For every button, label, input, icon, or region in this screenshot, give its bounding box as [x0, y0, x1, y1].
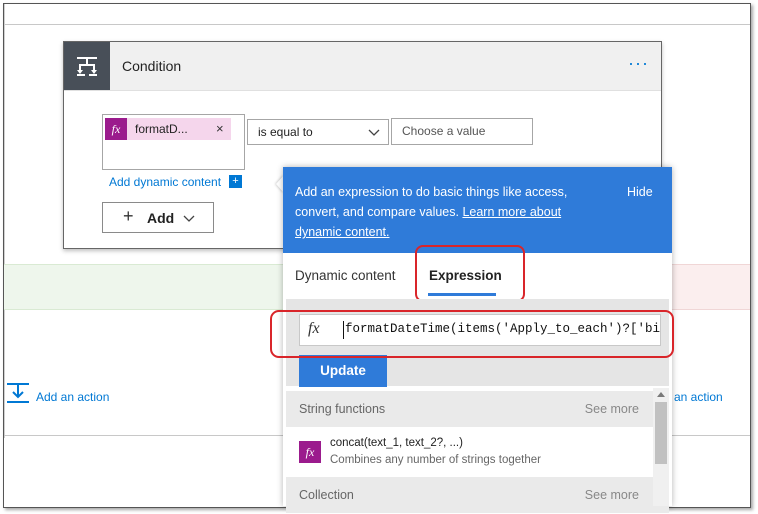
canvas-left-edge: [4, 4, 5, 438]
add-row-button[interactable]: + Add: [102, 202, 214, 233]
add-action-link-left[interactable]: Add an action: [36, 390, 109, 404]
update-button[interactable]: Update: [299, 355, 387, 387]
yes-branch-header: [4, 264, 299, 310]
function-name: concat(text_1, text_2?, ...): [330, 437, 463, 449]
section-title: String functions: [299, 402, 386, 416]
expression-input-highlight: [270, 310, 674, 358]
tab-dynamic-content[interactable]: Dynamic content: [295, 268, 396, 283]
add-action-icon[interactable]: [6, 382, 30, 409]
no-branch-header: [672, 264, 750, 310]
expression-token[interactable]: fx formatD... ×: [105, 118, 231, 140]
section-title: Collection: [299, 488, 354, 502]
more-options-icon[interactable]: ···: [628, 53, 649, 74]
collection-functions-header: Collection See more: [286, 477, 669, 513]
top-divider: [4, 24, 750, 25]
chevron-down-icon: [368, 125, 380, 143]
function-description: Combines any number of strings together: [330, 454, 541, 466]
add-dynamic-content-plus-icon[interactable]: +: [229, 175, 242, 188]
chevron-down-icon: [183, 211, 195, 229]
condition-title: Condition: [122, 58, 182, 74]
token-label: formatD...: [135, 122, 188, 136]
add-button-label: Add: [147, 210, 175, 226]
function-item-concat[interactable]: fx concat(text_1, text_2?, ...) Combines…: [286, 428, 651, 474]
plus-icon: +: [123, 206, 134, 226]
function-list-scrollbar[interactable]: [653, 388, 669, 506]
condition-left-operand[interactable]: fx formatD... ×: [102, 114, 245, 170]
condition-icon: [64, 42, 110, 90]
add-dynamic-content-link[interactable]: Add dynamic content: [109, 175, 221, 189]
condition-header[interactable]: Condition ···: [64, 42, 661, 91]
add-action-link-right[interactable]: an action: [674, 390, 723, 404]
scroll-up-arrow-icon[interactable]: [657, 392, 665, 397]
remove-token-icon[interactable]: ×: [216, 121, 224, 136]
panel-header: Add an expression to do basic things lik…: [283, 167, 672, 253]
condition-right-operand[interactable]: Choose a value: [391, 118, 533, 145]
operator-dropdown[interactable]: is equal to: [247, 119, 389, 145]
hide-button[interactable]: Hide: [627, 185, 653, 199]
fx-icon: fx: [299, 441, 321, 463]
scroll-thumb[interactable]: [655, 402, 667, 464]
value-placeholder: Choose a value: [402, 124, 486, 138]
operator-value: is equal to: [258, 125, 313, 139]
expression-tab-highlight: [415, 245, 525, 302]
fx-icon: fx: [105, 118, 127, 140]
string-functions-header: String functions See more: [286, 391, 669, 427]
see-more-link[interactable]: See more: [585, 488, 639, 502]
panel-description: Add an expression to do basic things lik…: [295, 182, 605, 242]
see-more-link[interactable]: See more: [585, 402, 639, 416]
